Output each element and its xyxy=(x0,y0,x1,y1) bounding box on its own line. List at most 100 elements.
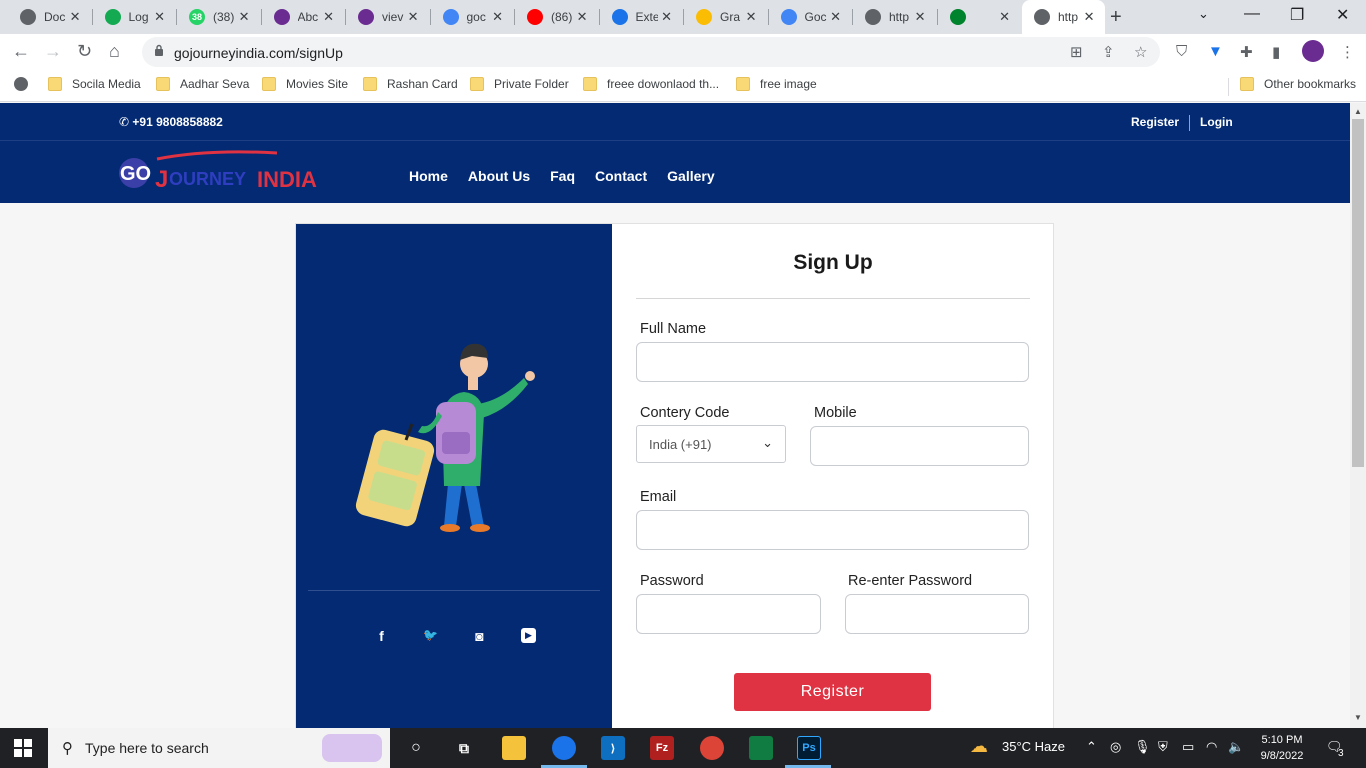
weather-text[interactable]: 35°C Haze xyxy=(1002,739,1065,754)
browser-tab[interactable]: viev ✕ xyxy=(346,0,429,34)
wifi-icon[interactable]: ◠ xyxy=(1206,739,1217,755)
full-name-input[interactable] xyxy=(636,342,1029,382)
close-window-button[interactable]: ✕ xyxy=(1336,5,1349,25)
vscode-icon[interactable]: ⟩ xyxy=(601,736,625,760)
instagram-icon[interactable]: ◙ xyxy=(472,628,487,644)
translate-icon[interactable]: ⊞ xyxy=(1070,43,1083,61)
filezilla-icon[interactable]: Fz xyxy=(650,736,674,760)
tab-search-chevron-icon[interactable]: ⌄ xyxy=(1198,6,1209,22)
browser-tab[interactable]: http ✕ xyxy=(1022,0,1105,34)
minimize-button[interactable]: — xyxy=(1244,5,1260,23)
bookmark-item[interactable]: free image xyxy=(736,77,817,91)
browser-tab[interactable]: http ✕ xyxy=(853,0,936,34)
taskbar-search[interactable]: ⚲ Type here to search xyxy=(48,728,390,768)
side-panel-icon[interactable]: ▮ xyxy=(1272,43,1280,61)
nav-item-gallery[interactable]: Gallery xyxy=(667,168,714,184)
back-button[interactable]: ← xyxy=(12,41,30,62)
menu-kebab-icon[interactable]: ⋮ xyxy=(1340,43,1355,61)
tab-close-icon[interactable]: ✕ xyxy=(999,9,1010,25)
microphone-icon[interactable]: 🎙 xyxy=(1134,739,1151,755)
tab-title: Doc xyxy=(44,10,66,24)
bookmark-item[interactable]: Private Folder xyxy=(470,77,569,91)
tray-icon[interactable]: ◎ xyxy=(1110,739,1121,755)
scroll-down-arrow-icon[interactable]: ▼ xyxy=(1354,713,1362,722)
taskbar-clock[interactable]: 5:10 PM 9/8/2022 xyxy=(1257,732,1307,764)
traveler-illustration xyxy=(355,343,535,532)
tab-close-icon[interactable]: ✕ xyxy=(239,9,250,25)
bookmark-item[interactable]: Socila Media xyxy=(48,77,141,91)
tab-close-icon[interactable]: ✕ xyxy=(154,9,165,25)
nav-item-about-us[interactable]: About Us xyxy=(468,168,530,184)
browser-tab[interactable]: Gra ✕ xyxy=(684,0,767,34)
page-scrollbar[interactable]: ▲ ▼ xyxy=(1350,103,1366,728)
go-journey-india-logo[interactable]: GO J OURNEY INDIA xyxy=(117,147,317,197)
password-input[interactable] xyxy=(636,594,821,634)
file-explorer-icon[interactable] xyxy=(502,736,526,760)
scroll-up-arrow-icon[interactable]: ▲ xyxy=(1354,107,1362,116)
bookmark-star-icon[interactable]: ☆ xyxy=(1134,43,1147,61)
home-button[interactable]: ⌂ xyxy=(109,41,120,62)
tab-close-icon[interactable]: ✕ xyxy=(323,9,334,25)
browser-tab[interactable]: Doc ✕ xyxy=(8,0,91,34)
browser-tab[interactable]: (86) ✕ xyxy=(515,0,598,34)
profile-avatar[interactable] xyxy=(1302,40,1324,62)
bookmark-item[interactable]: Movies Site xyxy=(262,77,348,91)
tab-close-icon[interactable]: ✕ xyxy=(1084,9,1095,25)
volume-icon[interactable]: 🔈 xyxy=(1228,739,1244,755)
nav-item-contact[interactable]: Contact xyxy=(595,168,647,184)
cortana-icon[interactable]: ○ xyxy=(404,736,428,760)
tab-close-icon[interactable]: ✕ xyxy=(492,9,503,25)
clock-date: 9/8/2022 xyxy=(1260,750,1304,762)
tab-close-icon[interactable]: ✕ xyxy=(661,9,672,25)
vpn-extension-icon[interactable]: ▼ xyxy=(1208,43,1223,60)
other-bookmarks[interactable]: Other bookmarks xyxy=(1240,77,1356,91)
twitter-icon[interactable]: 🐦 xyxy=(423,628,438,643)
browser-tab[interactable]: Log ✕ xyxy=(93,0,176,34)
share-icon[interactable]: ⇪ xyxy=(1102,43,1115,61)
chrome-icon[interactable] xyxy=(552,736,576,760)
facebook-icon[interactable]: f xyxy=(374,628,389,644)
defender-icon[interactable]: ⛨ xyxy=(1158,739,1168,755)
browser-tab[interactable]: 38 (38) ✕ xyxy=(177,0,260,34)
app-icon[interactable] xyxy=(749,736,773,760)
scrollbar-thumb[interactable] xyxy=(1352,119,1364,467)
browser-tab[interactable]: ✕ xyxy=(938,0,1021,34)
task-view-icon[interactable]: ⧉ xyxy=(452,736,476,760)
tab-close-icon[interactable]: ✕ xyxy=(746,9,757,25)
shield-extension-icon[interactable]: ⛉ xyxy=(1176,43,1187,60)
new-tab-button[interactable]: + xyxy=(1110,6,1122,29)
tab-close-icon[interactable]: ✕ xyxy=(915,9,926,25)
chevron-up-icon[interactable]: ⌃ xyxy=(1086,739,1097,755)
browser-tab[interactable]: Exte ✕ xyxy=(600,0,683,34)
browser-tab[interactable]: goc ✕ xyxy=(431,0,514,34)
address-bar[interactable]: gojourneyindia.com/signUp ⊞ ⇪ ☆ xyxy=(142,37,1160,67)
top-register-link[interactable]: Register xyxy=(1131,115,1179,131)
chrome-profile-icon[interactable] xyxy=(700,736,724,760)
top-login-link[interactable]: Login xyxy=(1200,115,1233,131)
extensions-puzzle-icon[interactable]: ✚ xyxy=(1240,43,1253,61)
apps-globe-icon[interactable] xyxy=(14,77,28,91)
country-code-select[interactable]: India (+91) ⌄ xyxy=(636,425,786,463)
youtube-icon[interactable]: ▶ xyxy=(521,628,536,643)
mobile-input[interactable] xyxy=(810,426,1029,466)
register-button[interactable]: Register xyxy=(734,673,931,711)
tab-close-icon[interactable]: ✕ xyxy=(577,9,588,25)
bookmark-item[interactable]: freee dowonlaod th... xyxy=(583,77,719,91)
nav-item-home[interactable]: Home xyxy=(409,168,448,184)
battery-icon[interactable]: ▭ xyxy=(1182,739,1194,755)
restore-button[interactable]: ❐ xyxy=(1290,5,1304,25)
tab-close-icon[interactable]: ✕ xyxy=(830,9,841,25)
tab-close-icon[interactable]: ✕ xyxy=(408,9,419,25)
bookmark-item[interactable]: Aadhar Seva xyxy=(156,77,249,91)
email-input[interactable] xyxy=(636,510,1029,550)
photoshop-icon[interactable]: Ps xyxy=(797,736,821,760)
bookmark-item[interactable]: Rashan Card xyxy=(363,77,458,91)
browser-tab[interactable]: Abc ✕ xyxy=(262,0,345,34)
forward-button[interactable]: → xyxy=(44,41,62,62)
windows-start-icon[interactable] xyxy=(14,739,32,757)
nav-item-faq[interactable]: Faq xyxy=(550,168,575,184)
tab-close-icon[interactable]: ✕ xyxy=(70,9,81,25)
browser-tab[interactable]: Goc ✕ xyxy=(769,0,852,34)
reload-button[interactable]: ↻ xyxy=(77,41,92,62)
reenter-password-input[interactable] xyxy=(845,594,1029,634)
